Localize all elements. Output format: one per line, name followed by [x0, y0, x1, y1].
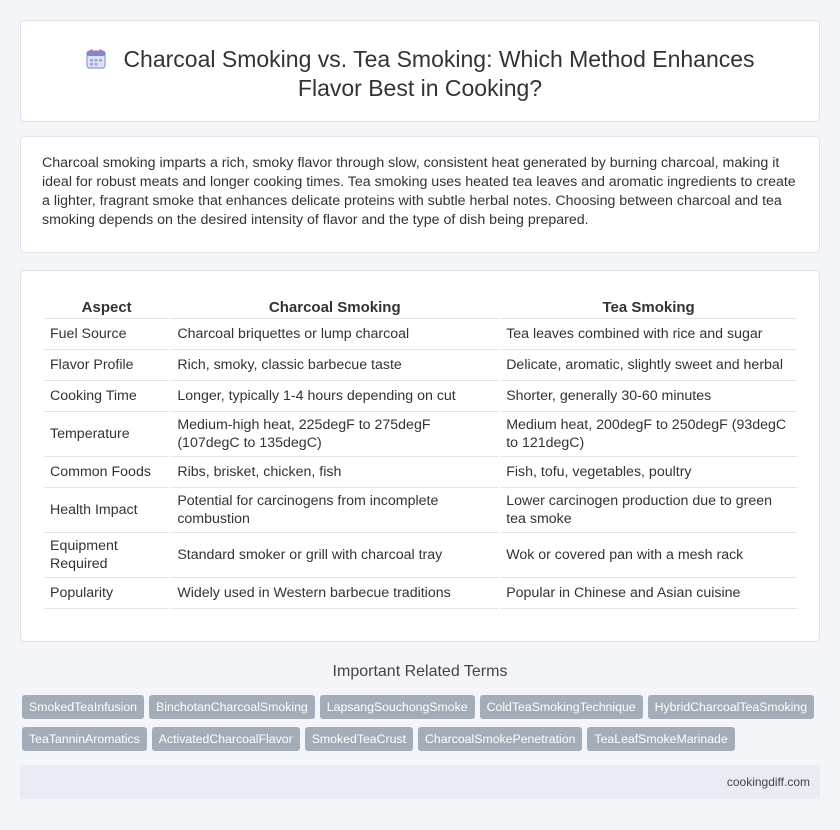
- table-header-row: Aspect Charcoal Smoking Tea Smoking: [44, 295, 797, 319]
- footer: cookingdiff.com: [20, 765, 820, 799]
- tag-link[interactable]: BinchotanCharcoalSmoking: [149, 695, 315, 719]
- row-charcoal: Potential for carcinogens from incomplet…: [171, 488, 499, 533]
- row-charcoal: Charcoal briquettes or lump charcoal: [171, 319, 499, 350]
- row-aspect: Common Foods: [44, 457, 170, 488]
- comparison-card: Aspect Charcoal Smoking Tea Smoking Fuel…: [20, 270, 820, 642]
- header-aspect: Aspect: [44, 295, 170, 319]
- row-charcoal: Rich, smoky, classic barbecue taste: [171, 350, 499, 381]
- title-card: Charcoal Smoking vs. Tea Smoking: Which …: [20, 20, 820, 122]
- row-aspect: Flavor Profile: [44, 350, 170, 381]
- footer-site-link[interactable]: cookingdiff.com: [727, 775, 810, 789]
- table-row: Temperature Medium-high heat, 225degF to…: [44, 412, 797, 457]
- table-row: Flavor Profile Rich, smoky, classic barb…: [44, 350, 797, 381]
- tag-link[interactable]: TeaLeafSmokeMarinade: [587, 727, 735, 751]
- row-aspect: Temperature: [44, 412, 170, 457]
- table-row: Equipment Required Standard smoker or gr…: [44, 533, 797, 578]
- tag-link[interactable]: LapsangSouchongSmoke: [319, 695, 475, 719]
- intro-paragraph: Charcoal smoking imparts a rich, smoky f…: [42, 155, 796, 228]
- row-charcoal: Ribs, brisket, chicken, fish: [171, 457, 499, 488]
- row-tea: Tea leaves combined with rice and sugar: [500, 319, 797, 350]
- comparison-table: Aspect Charcoal Smoking Tea Smoking Fuel…: [42, 295, 799, 609]
- tag-link[interactable]: CharcoalSmokePenetration: [418, 727, 583, 751]
- row-tea: Wok or covered pan with a mesh rack: [500, 533, 797, 578]
- row-tea: Lower carcinogen production due to green…: [500, 488, 797, 533]
- table-row: Fuel Source Charcoal briquettes or lump …: [44, 319, 797, 350]
- row-tea: Fish, tofu, vegetables, poultry: [500, 457, 797, 488]
- page-title-wrap: Charcoal Smoking vs. Tea Smoking: Which …: [21, 45, 819, 103]
- row-charcoal: Longer, typically 1-4 hours depending on…: [171, 381, 499, 412]
- row-aspect: Health Impact: [44, 488, 170, 533]
- row-tea: Shorter, generally 30-60 minutes: [500, 381, 797, 412]
- table-row: Popularity Widely used in Western barbec…: [44, 578, 797, 609]
- tag-link[interactable]: HybridCharcoalTeaSmoking: [647, 695, 815, 719]
- row-tea: Popular in Chinese and Asian cuisine: [500, 578, 797, 609]
- header-charcoal: Charcoal Smoking: [171, 295, 499, 319]
- row-aspect: Equipment Required: [44, 533, 170, 578]
- row-charcoal: Standard smoker or grill with charcoal t…: [171, 533, 499, 578]
- row-aspect: Cooking Time: [44, 381, 170, 412]
- tag-link[interactable]: TeaTanninAromatics: [22, 727, 147, 751]
- row-charcoal: Widely used in Western barbecue traditio…: [171, 578, 499, 609]
- row-tea: Delicate, aromatic, slightly sweet and h…: [500, 350, 797, 381]
- row-tea: Medium heat, 200degF to 250degF (93degC …: [500, 412, 797, 457]
- intro-card: Charcoal smoking imparts a rich, smoky f…: [20, 136, 820, 253]
- table-row: Health Impact Potential for carcinogens …: [44, 488, 797, 533]
- tag-link[interactable]: SmokedTeaInfusion: [22, 695, 145, 719]
- related-tags: SmokedTeaInfusion BinchotanCharcoalSmokin…: [22, 695, 822, 759]
- tag-link[interactable]: ColdTeaSmokingTechnique: [479, 695, 643, 719]
- page-title: Charcoal Smoking vs. Tea Smoking: Which …: [123, 46, 755, 101]
- tag-link[interactable]: SmokedTeaCrust: [304, 727, 414, 751]
- row-aspect: Fuel Source: [44, 319, 170, 350]
- tag-link[interactable]: ActivatedCharcoalFlavor: [151, 727, 300, 751]
- related-terms-title: Important Related Terms: [332, 663, 508, 680]
- row-charcoal: Medium-high heat, 225degF to 275degF (10…: [171, 412, 499, 457]
- row-aspect: Popularity: [44, 578, 170, 609]
- table-row: Cooking Time Longer, typically 1-4 hours…: [44, 381, 797, 412]
- calendar-icon: [86, 49, 107, 69]
- table-row: Common Foods Ribs, brisket, chicken, fis…: [44, 457, 797, 488]
- header-tea: Tea Smoking: [500, 295, 797, 319]
